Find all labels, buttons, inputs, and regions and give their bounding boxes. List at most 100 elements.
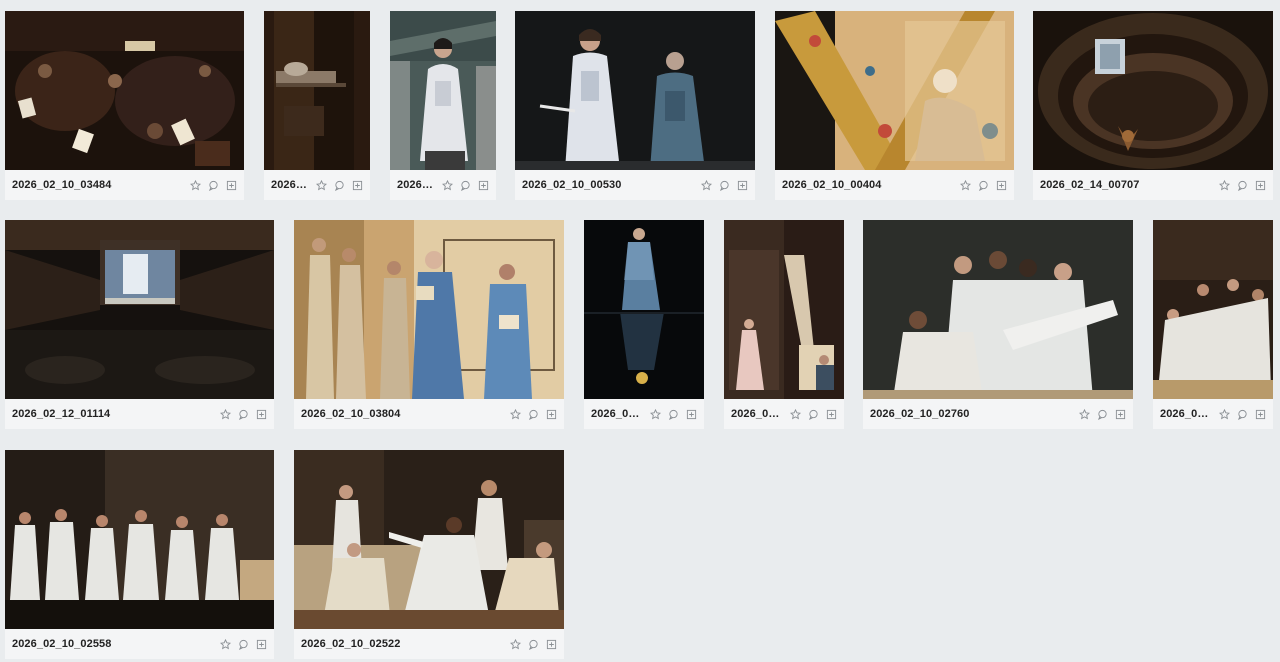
photo-tile-chorus-gathering[interactable]: 2026_02_10_02611 <box>1153 220 1273 429</box>
singer-in-white-image <box>390 11 496 170</box>
add-to-collection-icon[interactable] <box>1114 408 1127 421</box>
add-to-collection-icon[interactable] <box>995 179 1008 192</box>
add-to-collection-icon[interactable] <box>351 179 364 192</box>
photo-tile-cast-table-scene[interactable]: 2026_02_10_02522 <box>294 450 564 659</box>
photo-filename: 2026_02_10_01201 <box>397 179 437 191</box>
star-icon[interactable] <box>1078 408 1091 421</box>
star-icon[interactable] <box>219 638 232 651</box>
photo-tile-dark-stage-figure[interactable]: 2026_02_10_01004 <box>264 11 370 200</box>
photo-thumbnail[interactable] <box>5 220 274 399</box>
comment-icon[interactable] <box>459 179 472 192</box>
reading-scene-image <box>294 220 564 399</box>
photo-thumbnail[interactable] <box>5 11 244 170</box>
photo-thumbnail[interactable] <box>5 450 274 629</box>
photo-thumbnail[interactable] <box>1033 11 1273 170</box>
star-icon[interactable] <box>315 179 328 192</box>
add-to-collection-icon[interactable] <box>545 638 558 651</box>
photo-tile-duet-on-stage[interactable]: 2026_02_10_00530 <box>515 11 755 200</box>
photo-caption: 2026_02_10_00404 <box>775 170 1014 200</box>
photo-filename: 2026_02_10_02611 <box>1160 408 1214 420</box>
dark-stage-figure-image <box>264 11 370 170</box>
orchestra-pit-image <box>5 11 244 170</box>
photo-filename: 2026_02_10_03804 <box>301 408 401 420</box>
photo-tile-chorus-line[interactable]: 2026_02_10_02558 <box>5 450 274 659</box>
comment-icon[interactable] <box>807 408 820 421</box>
ensemble-lift-image <box>863 220 1133 399</box>
star-icon[interactable] <box>700 179 713 192</box>
comment-icon[interactable] <box>977 179 990 192</box>
photo-thumbnail[interactable] <box>775 11 1014 170</box>
add-to-collection-icon[interactable] <box>825 408 838 421</box>
photo-thumbnail[interactable] <box>584 220 704 399</box>
photo-caption: 2026_02_10_01755 <box>724 399 844 429</box>
add-to-collection-icon[interactable] <box>545 408 558 421</box>
photo-tile-auditorium-wide[interactable]: 2026_02_12_01114 <box>5 220 274 429</box>
add-to-collection-icon[interactable] <box>255 638 268 651</box>
photo-tile-ensemble-lift[interactable]: 2026_02_10_02760 <box>863 220 1133 429</box>
star-icon[interactable] <box>789 408 802 421</box>
theater-overhead-image <box>1033 11 1273 170</box>
photo-thumbnail[interactable] <box>1153 220 1273 399</box>
photo-filename: 2026_02_10_02522 <box>301 638 401 650</box>
photo-tile-pink-gown-scene[interactable]: 2026_02_10_01755 <box>724 220 844 429</box>
photo-caption: 2026_02_12_01114 <box>5 399 274 429</box>
add-to-collection-icon[interactable] <box>477 179 490 192</box>
star-icon[interactable] <box>959 179 972 192</box>
photo-thumbnail[interactable] <box>294 220 564 399</box>
cast-table-scene-image <box>294 450 564 629</box>
comment-icon[interactable] <box>207 179 220 192</box>
photo-tile-painted-panel[interactable]: 2026_02_10_00404 <box>775 11 1014 200</box>
photo-thumbnail[interactable] <box>515 11 755 170</box>
photo-filename: 2026_02_10_03484 <box>12 179 112 191</box>
photo-filename: 2026_02_10_00530 <box>522 179 622 191</box>
photo-caption: 2026_02_10_03484 <box>5 170 244 200</box>
add-to-collection-icon[interactable] <box>225 179 238 192</box>
comment-icon[interactable] <box>1096 408 1109 421</box>
photo-thumbnail[interactable] <box>294 450 564 629</box>
photo-caption: 2026_02_14_00707 <box>1033 170 1273 200</box>
comment-icon[interactable] <box>237 638 250 651</box>
photo-filename: 2026_02_10_02558 <box>12 638 112 650</box>
star-icon[interactable] <box>1218 408 1231 421</box>
comment-icon[interactable] <box>333 179 346 192</box>
pink-gown-scene-image <box>724 220 844 399</box>
photo-caption: 2026_02_10_02611 <box>1153 399 1273 429</box>
comment-icon[interactable] <box>1236 408 1249 421</box>
chorus-line-image <box>5 450 274 629</box>
photo-filename: 2026_02_10_02301 <box>591 408 645 420</box>
photo-tile-blue-figure-spotlight[interactable]: 2026_02_10_02301 <box>584 220 704 429</box>
star-icon[interactable] <box>1218 179 1231 192</box>
comment-icon[interactable] <box>1236 179 1249 192</box>
star-icon[interactable] <box>189 179 202 192</box>
photo-filename: 2026_02_12_01114 <box>12 408 111 420</box>
star-icon[interactable] <box>219 408 232 421</box>
star-icon[interactable] <box>509 408 522 421</box>
photo-caption: 2026_02_10_02760 <box>863 399 1133 429</box>
add-to-collection-icon[interactable] <box>1254 408 1267 421</box>
star-icon[interactable] <box>441 179 454 192</box>
photo-caption: 2026_02_10_02558 <box>5 629 274 659</box>
photo-thumbnail[interactable] <box>264 11 370 170</box>
photo-tile-orchestra-pit[interactable]: 2026_02_10_03484 <box>5 11 244 200</box>
photo-thumbnail[interactable] <box>863 220 1133 399</box>
duet-on-stage-image <box>515 11 755 170</box>
star-icon[interactable] <box>509 638 522 651</box>
comment-icon[interactable] <box>527 408 540 421</box>
comment-icon[interactable] <box>667 408 680 421</box>
star-icon[interactable] <box>649 408 662 421</box>
photo-caption: 2026_02_10_02301 <box>584 399 704 429</box>
add-to-collection-icon[interactable] <box>685 408 698 421</box>
photo-thumbnail[interactable] <box>390 11 496 170</box>
photo-thumbnail[interactable] <box>724 220 844 399</box>
photo-tile-theater-overhead[interactable]: 2026_02_14_00707 <box>1033 11 1273 200</box>
comment-icon[interactable] <box>237 408 250 421</box>
add-to-collection-icon[interactable] <box>255 408 268 421</box>
chorus-gathering-image <box>1153 220 1273 399</box>
comment-icon[interactable] <box>718 179 731 192</box>
photo-tile-singer-in-white[interactable]: 2026_02_10_01201 <box>390 11 496 200</box>
comment-icon[interactable] <box>527 638 540 651</box>
add-to-collection-icon[interactable] <box>1254 179 1267 192</box>
add-to-collection-icon[interactable] <box>736 179 749 192</box>
photo-filename: 2026_02_14_00707 <box>1040 179 1140 191</box>
photo-tile-reading-scene[interactable]: 2026_02_10_03804 <box>294 220 564 429</box>
